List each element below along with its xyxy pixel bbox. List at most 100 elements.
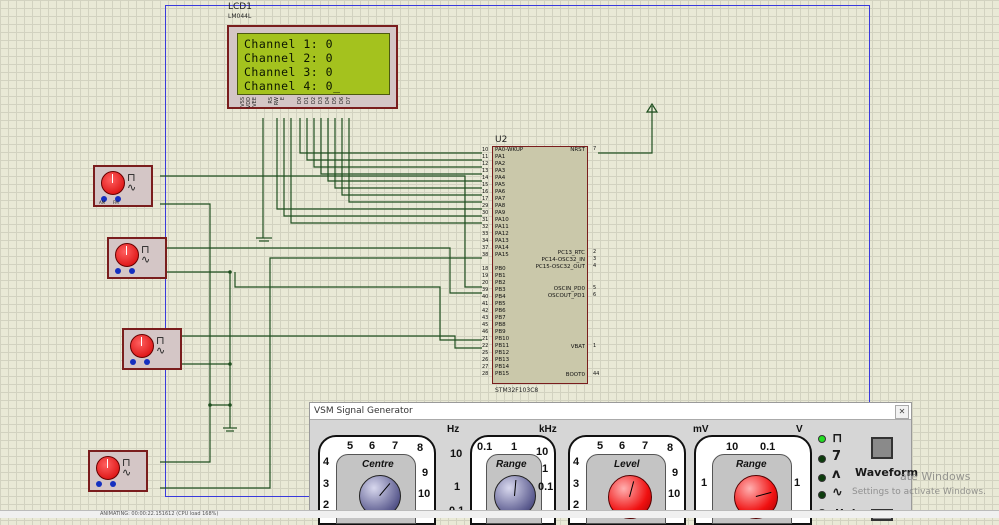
vsm-title: VSM Signal Generator	[310, 403, 911, 420]
am-terminal	[115, 268, 121, 274]
centre-dial-title: Centre	[362, 459, 394, 470]
dial-scale-label: 9	[422, 467, 429, 479]
mcu-pin-number: 7	[593, 146, 597, 152]
mcu-pin-pa12: PA12	[495, 231, 509, 237]
sawtooth-wave-icon: 7	[832, 449, 842, 464]
mcu-pin-pc13_rtc: PC13_RTC	[557, 250, 585, 256]
mcu-pin-pc15-osc32_out: PC15-OSC32_OUT	[535, 264, 585, 270]
mcu-pin-pb10: PB10	[495, 336, 510, 342]
mcu-pin-number: 32	[482, 224, 489, 230]
mcu-pin-number: 44	[593, 371, 600, 377]
mcu-pin-pa1: PA1	[495, 154, 506, 160]
lcd-pin-d3: D3	[318, 97, 324, 105]
mcu-pin-pb2: PB2	[495, 280, 506, 286]
dial-scale-label: 10	[726, 441, 739, 453]
lcd-pin-d5: D5	[332, 97, 338, 105]
mcu-pin-number: 42	[482, 308, 489, 314]
mcu-pin-number: 27	[482, 364, 489, 370]
mcu-pin-pa6: PA6	[495, 189, 506, 195]
level-dial-title: Level	[614, 459, 640, 470]
lcd-ref-label: LCD1	[228, 2, 252, 12]
generator-knob-icon	[115, 243, 139, 267]
freq-range-dial-title: Range	[496, 459, 527, 470]
watermark-line-1: ate Windows	[900, 470, 971, 483]
mcu-pin-pa13: PA13	[495, 238, 509, 244]
lcd-line-4: Channel 4: 0_	[244, 79, 341, 93]
mcu-pin-oscin_pd0: OSCIN_PD0	[553, 286, 585, 292]
mcu-pin-nrst: NRST	[570, 147, 585, 153]
mcu-pin-pa4: PA4	[495, 175, 506, 181]
mcu-pin-number: 33	[482, 231, 489, 237]
lcd-pin-d4: D4	[325, 97, 331, 105]
animation-status: ANIMATING: 00:00:22.151612 (CPU load 168…	[100, 511, 219, 517]
generator-knob-icon	[96, 456, 120, 480]
fm-label: FM	[113, 200, 119, 205]
waveform-led-sine	[818, 491, 826, 499]
dial-scale-label: 9	[672, 467, 679, 479]
waveform-button[interactable]	[871, 437, 893, 459]
lcd-pin-d1: D1	[304, 97, 310, 105]
mcu-pin-pb6: PB6	[495, 308, 506, 314]
dial-scale-label: 4	[323, 456, 330, 468]
generator-knob-icon	[101, 171, 125, 195]
dial-scale-label: 8	[667, 442, 674, 454]
dial-scale-label: 0.1	[538, 481, 554, 493]
mcu-pin-pa7: PA7	[495, 196, 506, 202]
lcd-pin-d0: D0	[297, 97, 303, 105]
fm-terminal	[110, 481, 116, 487]
mcu-pin-number: 25	[482, 350, 489, 356]
am-label: AM	[99, 200, 106, 205]
dial-scale-label: 10	[668, 488, 681, 500]
mcu-pin-pb0: PB0	[495, 266, 506, 272]
mcu-pin-number: 46	[482, 329, 489, 335]
mcu-pin-pa11: PA11	[495, 224, 509, 230]
lcd-pin-vee: VEE	[252, 97, 258, 107]
dial-scale-label: 6	[369, 440, 376, 452]
mcu-pin-boot0: BOOT0	[565, 372, 585, 378]
mcu-part-label: STM32F103C8	[495, 387, 539, 394]
mcu-pin-number: 30	[482, 210, 489, 216]
mcu-pin-pa10: PA10	[495, 217, 509, 223]
close-icon[interactable]: ✕	[895, 405, 909, 419]
waveform-icon: ⊓ ∿	[122, 456, 132, 479]
mcu-pin-number: 41	[482, 301, 489, 307]
waveform-icon: ⊓ ∿	[156, 334, 166, 357]
mcu-pin-pb5: PB5	[495, 301, 506, 307]
waveform-led-square	[818, 435, 826, 443]
mcu-ref-label: U2	[495, 135, 508, 145]
mcu-pin-number: 40	[482, 294, 489, 300]
mcu-pin-oscout_pd1: OSCOUT_PD1	[547, 293, 585, 299]
signal-generator-2[interactable]: ⊓ ∿	[107, 237, 167, 279]
mcu-pin-number: 26	[482, 357, 489, 363]
lcd-line-2: Channel 2: 0	[244, 51, 334, 65]
waveform-led-triangle	[818, 474, 826, 482]
waveform-led-sawtooth	[818, 455, 826, 463]
mcu-pin-pb12: PB12	[495, 350, 510, 356]
lcd-screen: Channel 1: 0 Channel 2: 0 Channel 3: 0 C…	[237, 33, 390, 95]
dial-scale-label: 10	[536, 446, 549, 458]
mcu-pin-number: 45	[482, 322, 489, 328]
dial-scale-label: 8	[417, 442, 424, 454]
mcu-pin-pa3: PA3	[495, 168, 506, 174]
mcu-pin-number: 18	[482, 266, 489, 272]
mcu-pin-number: 12	[482, 161, 489, 167]
lcd-pin-e: E	[280, 97, 286, 101]
mcu-pin-number: 28	[482, 371, 489, 377]
generator-knob-icon	[130, 334, 154, 358]
signal-generator-3[interactable]: ⊓ ∿	[122, 328, 182, 370]
mcu-pin-pb14: PB14	[495, 364, 510, 370]
mcu-pin-number: 39	[482, 287, 489, 293]
am-terminal	[130, 359, 136, 365]
vsm-signal-generator-panel[interactable]: VSM Signal Generator ✕ Hz kHz mV V 5 6 7…	[309, 402, 918, 525]
lcd-line-1: Channel 1: 0	[244, 37, 334, 51]
mcu-pin-number: 19	[482, 273, 489, 279]
dial-scale-label: 3	[323, 478, 330, 490]
dial-scale-label: 3	[573, 478, 580, 490]
signal-generator-4[interactable]: ⊓ ∿	[88, 450, 148, 492]
mcu-pin-pb7: PB7	[495, 315, 506, 321]
mcu-pin-number: 5	[593, 285, 597, 291]
sine-wave-icon: ∿	[832, 485, 843, 500]
waveform-icon: ⊓ ∿	[141, 243, 151, 266]
freq-unit-khz: kHz	[539, 424, 557, 435]
amp-range-dial-title: Range	[736, 459, 767, 470]
